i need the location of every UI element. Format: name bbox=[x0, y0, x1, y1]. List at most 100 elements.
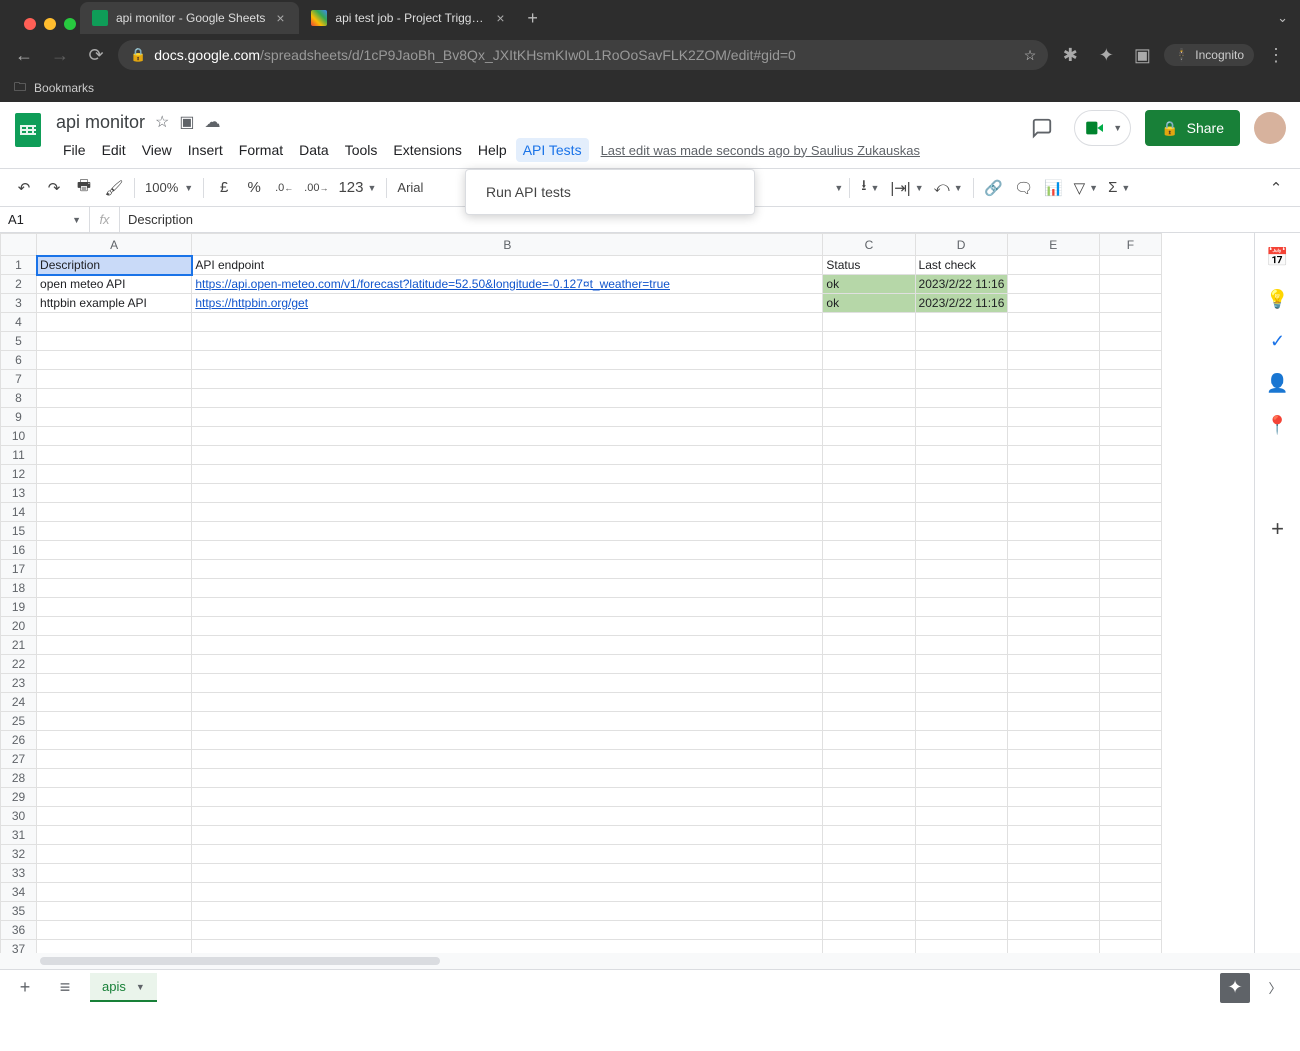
column-header-F[interactable]: F bbox=[1099, 234, 1161, 256]
cell-D36[interactable] bbox=[915, 921, 1007, 940]
cell-E16[interactable] bbox=[1007, 541, 1099, 560]
cell-C32[interactable] bbox=[823, 845, 915, 864]
cell-A14[interactable] bbox=[37, 503, 192, 522]
row-header-1[interactable]: 1 bbox=[1, 256, 37, 275]
cell-E3[interactable] bbox=[1007, 294, 1099, 313]
menu-format[interactable]: Format bbox=[232, 138, 290, 162]
column-header-B[interactable]: B bbox=[192, 234, 823, 256]
cell-B7[interactable] bbox=[192, 370, 823, 389]
comments-button[interactable] bbox=[1024, 110, 1060, 146]
cell-E22[interactable] bbox=[1007, 655, 1099, 674]
maps-icon[interactable]: 📍 bbox=[1268, 415, 1288, 435]
cell-A23[interactable] bbox=[37, 674, 192, 693]
cell-D18[interactable] bbox=[915, 579, 1007, 598]
cell-A5[interactable] bbox=[37, 332, 192, 351]
cell-F16[interactable] bbox=[1099, 541, 1161, 560]
cell-F13[interactable] bbox=[1099, 484, 1161, 503]
cell-C7[interactable] bbox=[823, 370, 915, 389]
cell-C3[interactable]: ok bbox=[823, 294, 915, 313]
cell-A7[interactable] bbox=[37, 370, 192, 389]
rotate-button[interactable]: ⤺▼ bbox=[930, 174, 967, 202]
row-header-8[interactable]: 8 bbox=[1, 389, 37, 408]
cell-A32[interactable] bbox=[37, 845, 192, 864]
api-endpoint-link[interactable]: https://api.open-meteo.com/v1/forecast?l… bbox=[195, 277, 670, 291]
extensions-icon[interactable]: ✦ bbox=[1092, 41, 1120, 69]
cell-F21[interactable] bbox=[1099, 636, 1161, 655]
valign-button[interactable]: ⭳▼ bbox=[856, 174, 884, 202]
keep-icon[interactable]: 💡 bbox=[1268, 289, 1288, 309]
cell-B17[interactable] bbox=[192, 560, 823, 579]
row-header-15[interactable]: 15 bbox=[1, 522, 37, 541]
column-header-D[interactable]: D bbox=[915, 234, 1007, 256]
column-header-E[interactable]: E bbox=[1007, 234, 1099, 256]
cell-B33[interactable] bbox=[192, 864, 823, 883]
cell-D31[interactable] bbox=[915, 826, 1007, 845]
cell-E30[interactable] bbox=[1007, 807, 1099, 826]
row-header-21[interactable]: 21 bbox=[1, 636, 37, 655]
cell-D25[interactable] bbox=[915, 712, 1007, 731]
cell-D27[interactable] bbox=[915, 750, 1007, 769]
cell-E24[interactable] bbox=[1007, 693, 1099, 712]
grid[interactable]: ABCDEF1DescriptionAPI endpointStatusLast… bbox=[0, 233, 1254, 953]
cell-B36[interactable] bbox=[192, 921, 823, 940]
cell-F33[interactable] bbox=[1099, 864, 1161, 883]
cell-D6[interactable] bbox=[915, 351, 1007, 370]
share-button[interactable]: 🔒 Share bbox=[1145, 110, 1240, 146]
cell-E31[interactable] bbox=[1007, 826, 1099, 845]
chevron-down-icon[interactable]: ▼ bbox=[834, 183, 843, 193]
star-icon[interactable]: ☆ bbox=[1024, 47, 1037, 64]
row-header-22[interactable]: 22 bbox=[1, 655, 37, 674]
tabs-chevron-icon[interactable]: ⌄ bbox=[1277, 10, 1288, 26]
cell-E19[interactable] bbox=[1007, 598, 1099, 617]
cell-E17[interactable] bbox=[1007, 560, 1099, 579]
cell-A18[interactable] bbox=[37, 579, 192, 598]
cell-E2[interactable] bbox=[1007, 275, 1099, 294]
move-icon[interactable]: ▣ bbox=[179, 112, 194, 132]
cell-C14[interactable] bbox=[823, 503, 915, 522]
row-header-6[interactable]: 6 bbox=[1, 351, 37, 370]
cell-D26[interactable] bbox=[915, 731, 1007, 750]
cell-A16[interactable] bbox=[37, 541, 192, 560]
cell-B25[interactable] bbox=[192, 712, 823, 731]
row-header-27[interactable]: 27 bbox=[1, 750, 37, 769]
cell-A26[interactable] bbox=[37, 731, 192, 750]
row-header-7[interactable]: 7 bbox=[1, 370, 37, 389]
row-header-10[interactable]: 10 bbox=[1, 427, 37, 446]
cell-F32[interactable] bbox=[1099, 845, 1161, 864]
cell-E25[interactable] bbox=[1007, 712, 1099, 731]
cell-A28[interactable] bbox=[37, 769, 192, 788]
row-header-4[interactable]: 4 bbox=[1, 313, 37, 332]
cell-F30[interactable] bbox=[1099, 807, 1161, 826]
row-header-25[interactable]: 25 bbox=[1, 712, 37, 731]
row-header-18[interactable]: 18 bbox=[1, 579, 37, 598]
cell-B11[interactable] bbox=[192, 446, 823, 465]
cell-C35[interactable] bbox=[823, 902, 915, 921]
account-avatar[interactable] bbox=[1254, 112, 1286, 144]
window-close[interactable] bbox=[24, 18, 36, 30]
cell-B5[interactable] bbox=[192, 332, 823, 351]
decrease-decimals-button[interactable]: .0← bbox=[270, 174, 298, 202]
row-header-13[interactable]: 13 bbox=[1, 484, 37, 503]
cell-C23[interactable] bbox=[823, 674, 915, 693]
menu-api-tests[interactable]: API Tests bbox=[516, 138, 589, 162]
cell-F34[interactable] bbox=[1099, 883, 1161, 902]
cell-C12[interactable] bbox=[823, 465, 915, 484]
cell-A27[interactable] bbox=[37, 750, 192, 769]
tasks-icon[interactable]: ✓ bbox=[1268, 331, 1288, 351]
cell-B29[interactable] bbox=[192, 788, 823, 807]
cell-E29[interactable] bbox=[1007, 788, 1099, 807]
cell-C19[interactable] bbox=[823, 598, 915, 617]
cell-A4[interactable] bbox=[37, 313, 192, 332]
all-sheets-button[interactable]: ≡ bbox=[50, 973, 80, 1003]
window-maximize[interactable] bbox=[64, 18, 76, 30]
cell-C36[interactable] bbox=[823, 921, 915, 940]
cell-D1[interactable]: Last check bbox=[915, 256, 1007, 275]
cell-D12[interactable] bbox=[915, 465, 1007, 484]
collapse-toolbar-button[interactable]: ⌃ bbox=[1262, 174, 1290, 202]
zoom-select[interactable]: 100%▼ bbox=[141, 180, 197, 195]
extension-icon[interactable]: ✱ bbox=[1056, 41, 1084, 69]
cell-D32[interactable] bbox=[915, 845, 1007, 864]
cell-C15[interactable] bbox=[823, 522, 915, 541]
new-tab-button[interactable]: + bbox=[527, 8, 538, 29]
cell-E35[interactable] bbox=[1007, 902, 1099, 921]
